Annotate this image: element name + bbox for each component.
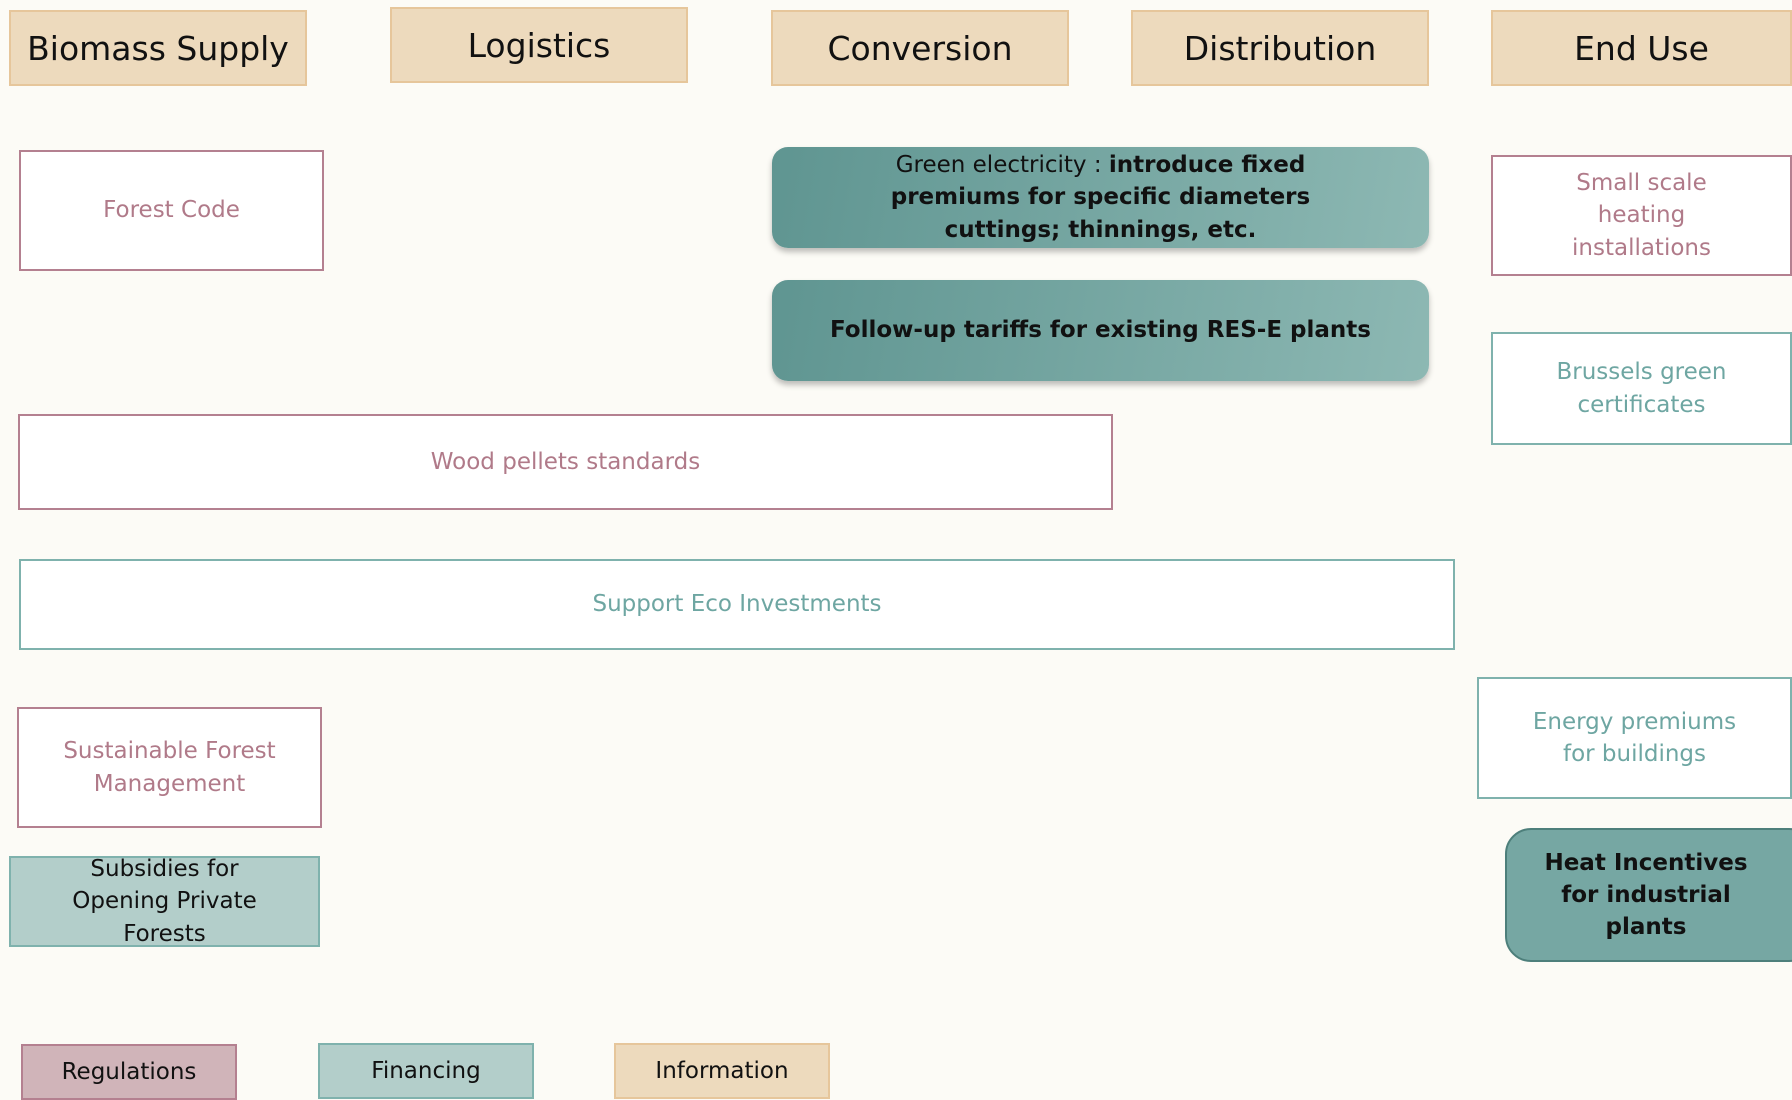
header-conversion: Conversion	[771, 10, 1069, 86]
measure-green-electricity: Green electricity : introduce fixed prem…	[772, 147, 1429, 248]
measure-forest-code: Forest Code	[19, 150, 324, 271]
header-distribution: Distribution	[1131, 10, 1429, 86]
measure-heat-incentives: Heat Incentives for industrial plants	[1505, 828, 1792, 962]
header-logistics: Logistics	[390, 7, 688, 83]
legend-regulations: Regulations	[21, 1044, 237, 1100]
measure-wood-pellets-standards: Wood pellets standards	[18, 414, 1113, 510]
header-end-use: End Use	[1491, 10, 1792, 86]
measure-follow-up-tariffs: Follow-up tariffs for existing RES-E pla…	[772, 280, 1429, 381]
measure-subsidies-private-forests: Subsidies for Opening Private Forests	[9, 856, 320, 947]
legend-financing: Financing	[318, 1043, 534, 1099]
legend-information: Information	[614, 1043, 830, 1099]
header-biomass-supply: Biomass Supply	[9, 10, 307, 86]
measure-sustainable-forest-management: Sustainable Forest Management	[17, 707, 322, 828]
measure-energy-premiums-buildings: Energy premiums for buildings	[1477, 677, 1792, 799]
measure-support-eco-investments: Support Eco Investments	[19, 559, 1455, 650]
measure-small-scale-heating: Small scale heating installations	[1491, 155, 1792, 276]
green-electricity-prefix: Green electricity :	[895, 152, 1109, 179]
measure-brussels-green-certificates: Brussels green certificates	[1491, 332, 1792, 445]
